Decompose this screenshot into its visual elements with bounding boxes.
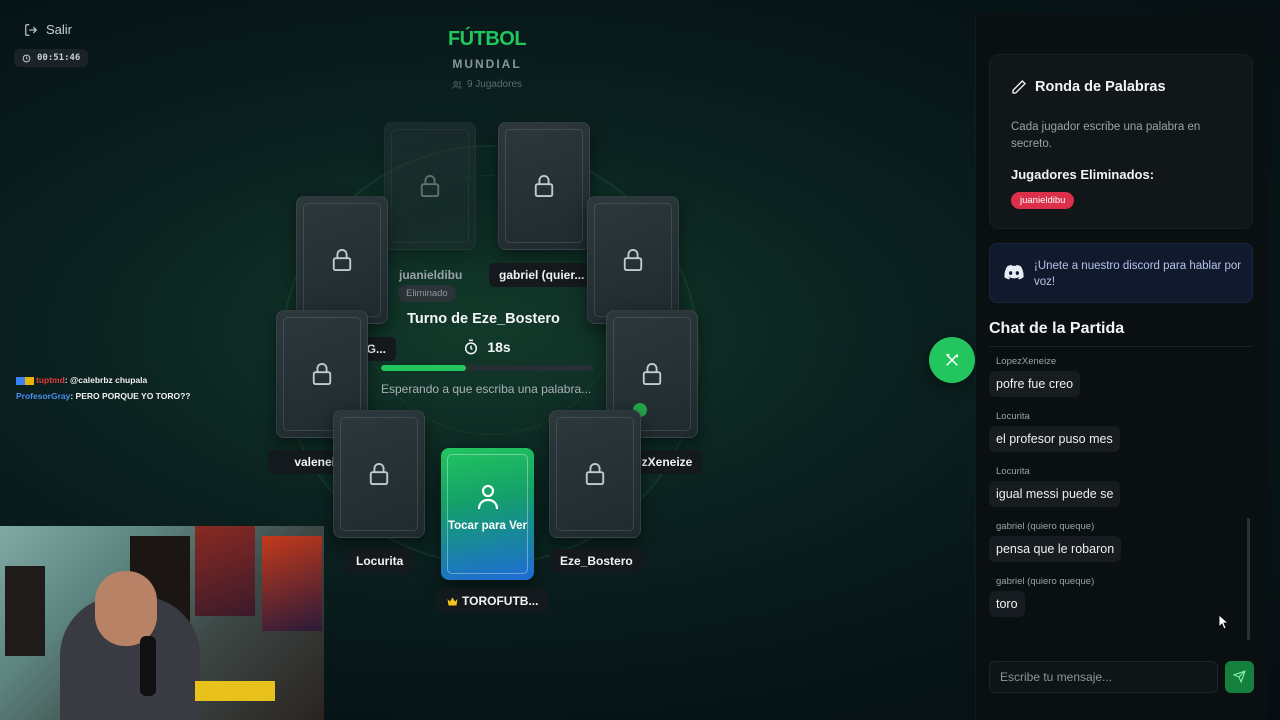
stream-chat-line: ProfesorGray: PERO PORQUE YO TORO?? (16, 388, 190, 404)
badge-icons (16, 376, 34, 385)
players-count: 9 Jugadores (420, 79, 554, 90)
chat-scrollbar[interactable] (1247, 518, 1250, 640)
game-title-block: FÚTBOL MUNDIAL 9 Jugadores (420, 28, 554, 90)
chat-message: LopezXeneize pofre fue creo (989, 356, 1247, 397)
turn-countdown: 18s (381, 339, 593, 355)
lock-icon (369, 463, 389, 485)
round-info-card: Ronda de Palabras Cada jugador escribe u… (989, 54, 1253, 229)
webcam-head (95, 571, 157, 646)
chat-messages[interactable]: LopezXeneize pofre fue creo Locurita el … (989, 356, 1247, 648)
chat-message-user: Locurita (996, 466, 1030, 477)
waiting-text: Esperando a que escriba una palabra... (381, 382, 592, 396)
lock-icon (623, 249, 643, 271)
stream-chat-user: ProfesorGray (16, 391, 71, 401)
lock-icon (585, 463, 605, 485)
chat-message-text: pofre fue creo (989, 371, 1081, 397)
turn-progress-fill (381, 365, 466, 371)
players-count-label: 9 Jugadores (466, 79, 523, 90)
player-name-locurita: Locurita (346, 549, 414, 573)
lock-icon (534, 175, 554, 197)
my-card-label: Tocar para Ver (447, 520, 528, 532)
player-name-juanieldibu: juanieldibu (399, 268, 463, 282)
chat-input[interactable] (989, 661, 1218, 693)
player-card-gabriel[interactable] (498, 122, 590, 250)
crown-icon (447, 597, 458, 605)
users-icon (452, 80, 462, 89)
discord-text: ¡Unete a nuestro discord para hablar por… (1034, 260, 1242, 288)
webcam-poster (195, 526, 255, 616)
webcam-poster (262, 536, 322, 631)
round-description: Cada jugador escribe una palabra en secr… (1011, 121, 1201, 150)
stream-chat-message: : @calebrbz chupala (64, 375, 148, 385)
webcam-chair (5, 566, 45, 656)
turn-info: Turno de Eze_Bostero 18s Esperando a que… (381, 311, 593, 398)
chat-divider (989, 346, 1253, 347)
stream-chat-overlay: tuptmd: @calebrbz chupala ProfesorGray: … (16, 372, 190, 404)
player-name-gabriel: gabriel (quier... (489, 263, 595, 287)
elapsed-timer: 00:51:46 (14, 49, 89, 67)
turn-title: Turno de Eze_Bostero (407, 311, 560, 327)
chat-message: Locurita el profesor puso mes (989, 411, 1247, 452)
player-name-torofutb-label: TOROFUTB... (462, 594, 539, 608)
webcam-feed (0, 526, 324, 720)
lock-icon (312, 363, 332, 385)
webcam-desk-item (195, 681, 275, 701)
webcam-microphone (140, 636, 156, 696)
stopwatch-icon (465, 339, 478, 355)
eliminated-player-tag: juanieldibu (1011, 192, 1075, 209)
player-card-juanieldibu[interactable] (384, 122, 476, 250)
swords-icon (946, 353, 959, 366)
player-card-eze-bostero[interactable] (549, 410, 641, 538)
player-card-caleb[interactable] (587, 196, 679, 324)
discord-icon (1004, 264, 1024, 280)
stream-chat-message: : PERO PORQUE YO TORO?? (70, 391, 191, 401)
exit-button[interactable]: Salir (24, 22, 88, 37)
mouse-cursor-icon (1218, 614, 1228, 630)
player-name-eze-bostero: Eze_Bostero (550, 549, 643, 573)
lock-icon (642, 363, 662, 385)
chat-message: Locurita igual messi puede se (989, 466, 1247, 507)
stream-chat-line: tuptmd: @calebrbz chupala (16, 372, 190, 388)
chat-message: gabriel (quiero queque) toro (989, 576, 1247, 617)
chat-message-text: toro (989, 591, 1025, 617)
lock-icon (420, 175, 440, 197)
exit-label: Salir (46, 22, 73, 37)
card-border (447, 454, 528, 574)
send-icon (1233, 670, 1246, 683)
player-card-locurita[interactable] (333, 410, 425, 538)
chat-message-text: igual messi puede se (989, 481, 1121, 507)
fab-button[interactable] (929, 337, 975, 383)
round-title-label: Ronda de Palabras (1035, 79, 1166, 95)
lock-icon (332, 249, 352, 271)
eliminated-badge: Eliminado (398, 285, 456, 302)
stream-chat-user: tuptmd (36, 375, 65, 385)
clock-icon (22, 54, 31, 62)
discord-banner[interactable]: ¡Unete a nuestro discord para hablar por… (989, 243, 1253, 303)
chat-message-user: gabriel (quiero queque) (996, 576, 1095, 587)
chat-message-user: Locurita (996, 411, 1030, 422)
pencil-icon (1012, 80, 1026, 94)
player-card-profesor[interactable] (296, 196, 388, 324)
chat-message-text: pensa que le robaron (989, 536, 1122, 562)
countdown-value: 18s (487, 339, 511, 355)
chat-message-user: gabriel (quiero queque) (996, 521, 1095, 532)
eliminated-players-title: Jugadores Eliminados: (1011, 167, 1155, 182)
elapsed-time: 00:51:46 (37, 53, 81, 63)
game-subtitle: MUNDIAL (452, 57, 522, 71)
player-name-torofutb: TOROFUTB... (437, 589, 549, 613)
game-title: FÚTBOL (447, 28, 527, 50)
chat-message-user: LopezXeneize (996, 356, 1057, 367)
chat-title: Chat de la Partida (989, 320, 1125, 337)
chat-message: gabriel (quiero queque) pensa que le rob… (989, 521, 1247, 562)
logout-icon (25, 23, 38, 36)
chat-message-text: el profesor puso mes (989, 426, 1120, 452)
round-title: Ronda de Palabras (1011, 79, 1166, 95)
turn-progress-bar (381, 365, 593, 371)
top-left-controls: Salir 00:51:46 (14, 22, 89, 68)
user-icon (477, 484, 498, 510)
my-card-reveal-button[interactable]: Tocar para Ver (441, 448, 534, 580)
send-button[interactable] (1225, 661, 1254, 693)
